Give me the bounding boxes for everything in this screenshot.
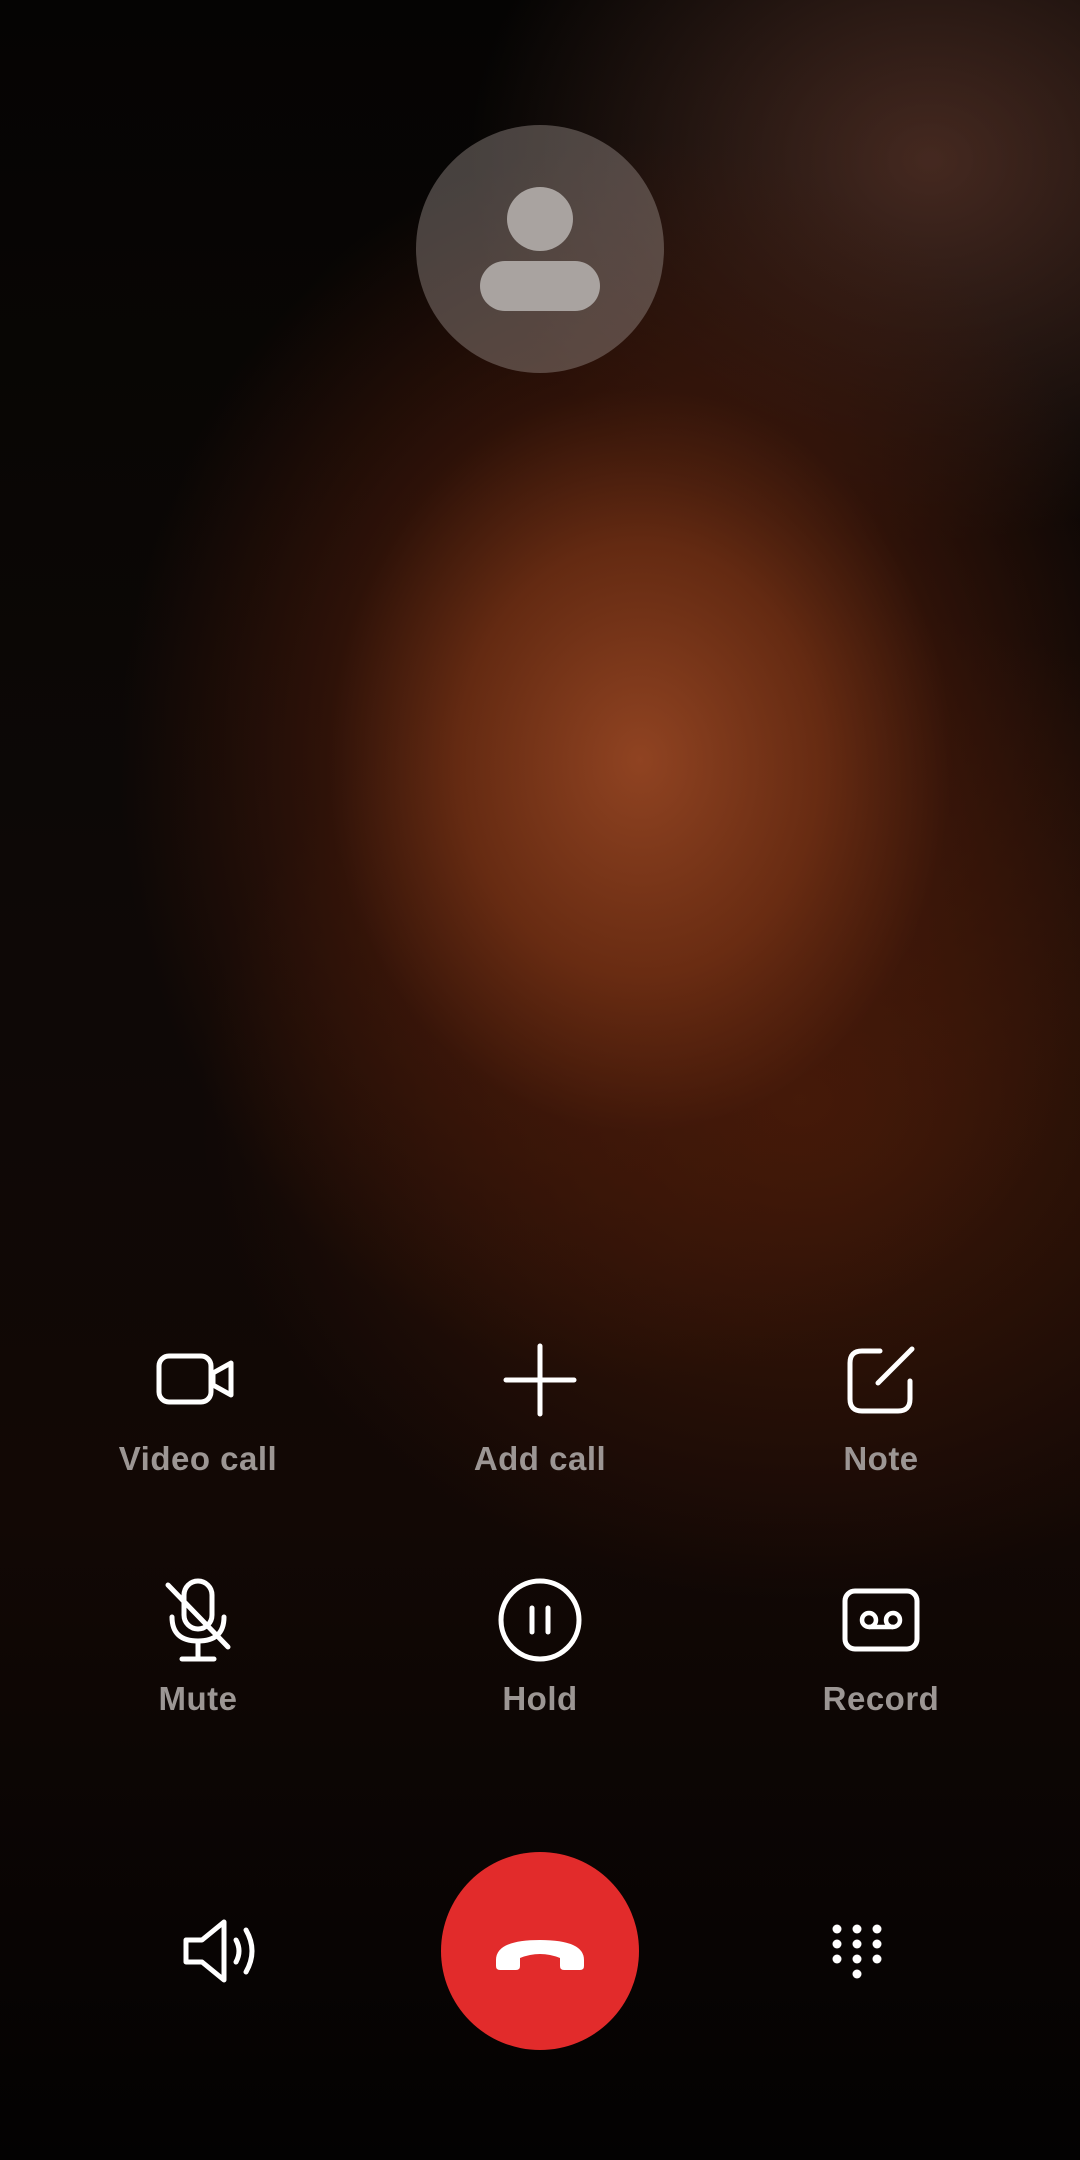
- plus-icon: [490, 1330, 590, 1430]
- hold-label: Hold: [502, 1680, 578, 1717]
- mute-label: Mute: [158, 1680, 238, 1717]
- hold-button[interactable]: Hold: [410, 1570, 670, 1740]
- add-call-button[interactable]: Add call: [410, 1330, 670, 1500]
- note-button[interactable]: Note: [751, 1330, 1011, 1500]
- caller-avatar: [416, 125, 664, 373]
- add-call-label: Add call: [473, 1440, 607, 1477]
- speaker-icon: [183, 1919, 255, 1983]
- keypad-button[interactable]: [802, 1896, 912, 2006]
- dialpad-icon: [832, 1924, 882, 1979]
- mic-off-icon: [148, 1570, 248, 1670]
- record-label: Record: [822, 1680, 940, 1717]
- note-label: Note: [843, 1440, 919, 1477]
- voicemail-record-icon: [831, 1570, 931, 1670]
- end-call-button[interactable]: [441, 1852, 639, 2050]
- video-call-label: Video call: [118, 1440, 278, 1477]
- person-icon: [480, 187, 600, 311]
- record-button[interactable]: Record: [751, 1570, 1011, 1740]
- speaker-button[interactable]: [168, 1896, 278, 2006]
- mute-button[interactable]: Mute: [68, 1570, 328, 1740]
- video-call-button[interactable]: Video call: [68, 1330, 328, 1500]
- pause-circle-icon: [490, 1570, 590, 1670]
- video-camera-icon: [148, 1330, 248, 1430]
- phone-hangup-icon: [496, 1940, 584, 1970]
- note-edit-icon: [831, 1330, 931, 1430]
